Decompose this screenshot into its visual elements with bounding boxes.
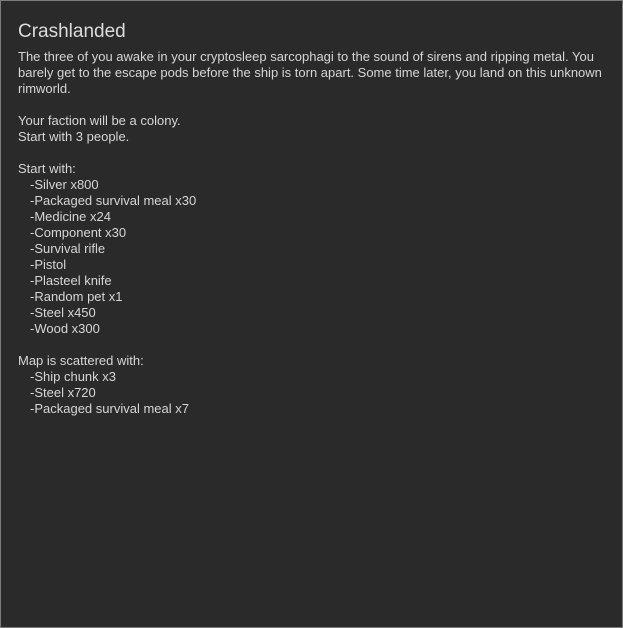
- list-item: -Steel x450: [30, 305, 96, 320]
- map-list: -Ship chunk x3 -Steel x720 -Packaged sur…: [18, 369, 608, 417]
- scenario-title: Crashlanded: [18, 21, 126, 42]
- list-item: -Silver x800: [30, 177, 99, 192]
- scenario-content: Crashlanded The three of you awake in yo…: [18, 20, 608, 417]
- list-item: -Steel x720: [30, 385, 96, 400]
- start-with-list: -Silver x800 -Packaged survival meal x30…: [18, 177, 608, 337]
- people-line: Start with 3 people.: [18, 129, 130, 144]
- faction-line: Your faction will be a colony.: [18, 113, 181, 128]
- list-item: -Random pet x1: [30, 289, 123, 304]
- start-with-heading: Start with:: [18, 161, 76, 176]
- scenario-description: The three of you awake in your cryptosle…: [18, 49, 602, 96]
- list-item: -Medicine x24: [30, 209, 111, 224]
- list-item: -Pistol: [30, 257, 67, 272]
- list-item: -Ship chunk x3: [30, 369, 116, 384]
- list-item: -Packaged survival meal x7: [30, 401, 189, 416]
- list-item: -Survival rifle: [30, 241, 106, 256]
- list-item: -Wood x300: [30, 321, 100, 336]
- list-item: -Component x30: [30, 225, 127, 240]
- scenario-panel: Crashlanded The three of you awake in yo…: [0, 0, 623, 628]
- map-heading: Map is scattered with:: [18, 353, 144, 368]
- list-item: -Packaged survival meal x30: [30, 193, 197, 208]
- list-item: -Plasteel knife: [30, 273, 112, 288]
